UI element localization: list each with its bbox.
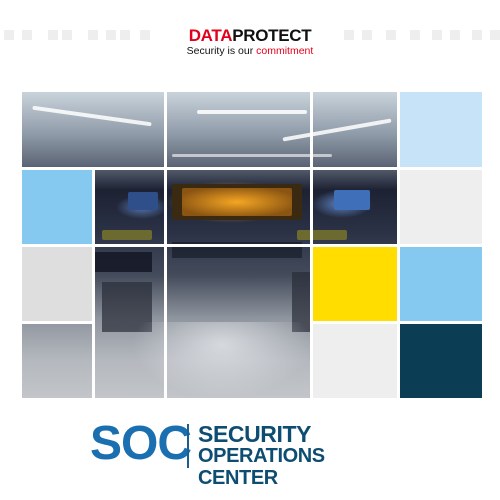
tagline-text: Security is our bbox=[186, 45, 257, 57]
soc-poster: { "brand": { "name_part1": "DATA", "name… bbox=[0, 0, 500, 500]
title-line-1: SECURITY bbox=[198, 421, 312, 447]
tile-light-gray-right bbox=[398, 168, 482, 246]
title-line-2: OPERATIONS CENTER bbox=[198, 445, 325, 489]
tile-yellow bbox=[312, 246, 398, 322]
brand-name-red: DATA bbox=[188, 26, 233, 45]
soc-acronym: SOC bbox=[90, 417, 192, 470]
tile-teal bbox=[398, 322, 482, 398]
tagline-highlight: commitment bbox=[256, 45, 314, 57]
tile-light-blue-left bbox=[22, 168, 92, 246]
tile-pale-blue bbox=[398, 92, 482, 168]
tile-gray-left bbox=[22, 246, 92, 322]
brand-name-black: PROTECT bbox=[232, 26, 312, 45]
brand-name: DATAPROTECT bbox=[0, 27, 500, 45]
brand-tagline: Security is our commitment bbox=[0, 45, 500, 57]
tile-light-blue-right bbox=[398, 246, 482, 322]
title-divider bbox=[187, 424, 189, 468]
tile-light-gray-bottom bbox=[312, 322, 398, 398]
brand-logo: DATAPROTECT Security is our commitment bbox=[0, 27, 500, 58]
